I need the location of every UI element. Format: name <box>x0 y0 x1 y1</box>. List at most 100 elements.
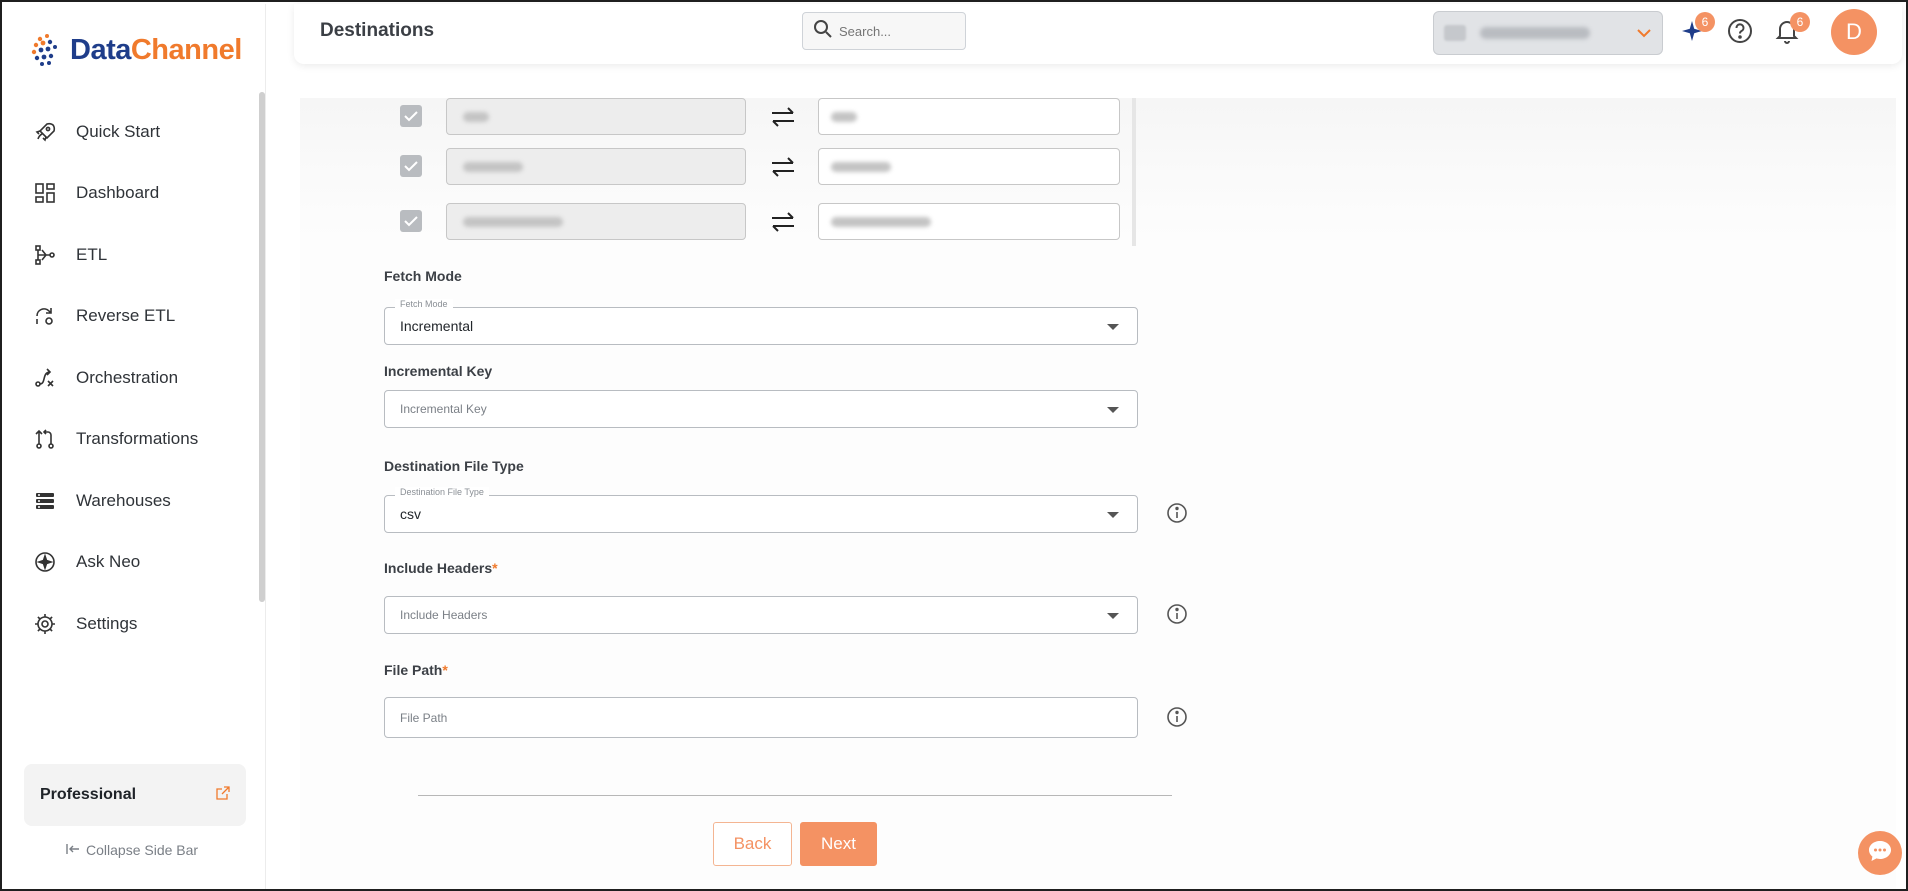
incremental-key-select[interactable]: Incremental Key <box>384 390 1138 428</box>
sidebar-item-ask-neo[interactable]: Ask Neo <box>4 532 256 594</box>
help-button[interactable] <box>1723 16 1757 50</box>
redacted-text <box>831 216 931 227</box>
destination-file-type-value: csv <box>400 506 421 522</box>
app-window: DataChannel Quick Start Dashboard ETL Re… <box>0 0 1908 891</box>
mapping-row <box>400 148 1120 186</box>
form-divider <box>418 795 1172 796</box>
swap-arrows-icon <box>768 102 798 132</box>
destination-file-type-label: Destination File Type <box>384 458 524 474</box>
source-column-field <box>446 148 746 185</box>
search-box[interactable] <box>802 12 966 50</box>
caret-down-icon <box>1107 324 1119 330</box>
incremental-key-label: Incremental Key <box>384 363 493 379</box>
page-title: Destinations <box>320 20 435 41</box>
mapping-checkbox[interactable] <box>400 155 422 177</box>
plan-name: Professional <box>40 786 137 803</box>
collapse-arrow-icon <box>66 842 80 858</box>
chat-bubble-icon <box>1867 839 1893 868</box>
brand-logo[interactable]: DataChannel <box>30 28 242 72</box>
source-column-field <box>446 203 746 240</box>
workspace-name-redacted <box>1480 27 1590 39</box>
fetch-mode-label: Fetch Mode <box>384 268 462 284</box>
sidebar-item-orchestration[interactable]: Orchestration <box>4 347 256 409</box>
fetch-mode-select[interactable]: Fetch Mode Incremental <box>384 299 1138 345</box>
collapse-sidebar-button[interactable]: Collapse Side Bar <box>66 842 198 858</box>
rocket-icon <box>30 117 60 147</box>
search-icon <box>813 19 833 44</box>
notifications-badge: 6 <box>1790 12 1810 32</box>
gear-icon <box>30 609 60 639</box>
next-button[interactable]: Next <box>800 822 877 866</box>
sidebar-item-label: Reverse ETL <box>76 306 176 326</box>
datachannel-logo-icon <box>30 31 66 69</box>
transformations-icon <box>30 424 60 454</box>
external-link-icon[interactable] <box>216 785 230 805</box>
sidebar-item-label: Orchestration <box>76 367 179 387</box>
sidebar-item-transformations[interactable]: Transformations <box>4 409 256 471</box>
sidebar-item-reverse-etl[interactable]: Reverse ETL <box>4 286 256 348</box>
caret-down-icon <box>1107 407 1119 413</box>
reverse-etl-icon <box>30 301 60 331</box>
sidebar-item-label: Dashboard <box>76 183 160 203</box>
collapse-sidebar-label: Collapse Side Bar <box>86 842 199 858</box>
caret-down-icon <box>1107 613 1119 619</box>
ask-neo-button[interactable]: 6 <box>1675 12 1715 50</box>
sidebar-item-dashboard[interactable]: Dashboard <box>4 163 256 225</box>
file-path-info-icon[interactable] <box>1165 705 1189 729</box>
sidebar-scrollbar-thumb[interactable] <box>259 92 265 602</box>
required-mark: * <box>492 560 498 576</box>
sidebar-item-settings[interactable]: Settings <box>4 593 256 655</box>
mapping-row <box>400 98 1120 136</box>
include-headers-select[interactable]: Include Headers <box>384 596 1138 634</box>
source-column-field <box>446 98 746 135</box>
main-content: Fetch Mode Fetch Mode Incremental Increm… <box>300 98 1896 889</box>
incremental-key-placeholder: Incremental Key <box>400 402 487 416</box>
redacted-text <box>463 216 563 227</box>
sidebar-item-label: Ask Neo <box>76 552 141 572</box>
fetch-mode-value: Incremental <box>400 318 474 334</box>
sidebar-item-label: ETL <box>76 244 108 264</box>
mapping-checkbox[interactable] <box>400 210 422 232</box>
sidebar-item-label: Settings <box>76 613 138 633</box>
sidebar-item-label: Warehouses <box>76 490 171 510</box>
plan-card[interactable]: Professional <box>24 764 246 826</box>
top-header: Destinations 6 <box>294 4 1902 64</box>
destination-column-field[interactable] <box>818 203 1120 240</box>
sparkle-icon <box>30 547 60 577</box>
sidebar-item-warehouses[interactable]: Warehouses <box>4 470 256 532</box>
fetch-mode-legend: Fetch Mode <box>395 299 453 309</box>
file-path-placeholder: File Path <box>400 710 448 725</box>
workspace-selector[interactable] <box>1433 11 1663 55</box>
mapping-row <box>400 203 1120 241</box>
redacted-text <box>831 161 891 172</box>
sidebar-nav: Quick Start Dashboard ETL Reverse ETL Or… <box>4 101 256 655</box>
sidebar-item-etl[interactable]: ETL <box>4 224 256 286</box>
required-mark: * <box>442 662 448 678</box>
file-path-label: File Path* <box>384 662 448 678</box>
notifications-button[interactable]: 6 <box>1770 12 1810 50</box>
redacted-text <box>831 111 857 122</box>
destination-column-field[interactable] <box>818 148 1120 185</box>
search-input[interactable] <box>839 23 949 39</box>
file-path-input[interactable]: File Path <box>384 697 1138 738</box>
mapping-checkbox[interactable] <box>400 105 422 127</box>
chat-support-button[interactable] <box>1858 831 1902 875</box>
sidebar-item-quick-start[interactable]: Quick Start <box>4 101 256 163</box>
orchestration-icon <box>30 363 60 393</box>
swap-arrows-icon <box>768 152 798 182</box>
back-button[interactable]: Back <box>713 822 792 866</box>
mapping-scrollbar[interactable] <box>1132 98 1136 246</box>
workspace-icon <box>1444 25 1466 41</box>
destination-file-type-legend: Destination File Type <box>395 487 489 497</box>
neo-badge: 6 <box>1695 12 1715 32</box>
include-headers-info-icon[interactable] <box>1165 602 1189 626</box>
destination-column-field[interactable] <box>818 98 1120 135</box>
avatar[interactable]: D <box>1831 9 1877 55</box>
help-icon <box>1727 18 1753 49</box>
redacted-text <box>463 161 523 172</box>
destination-file-type-select[interactable]: Destination File Type csv <box>384 487 1138 533</box>
include-headers-label: Include Headers* <box>384 560 498 576</box>
sidebar-scrollbar[interactable] <box>259 92 265 602</box>
destination-file-type-info-icon[interactable] <box>1165 501 1189 525</box>
sidebar-item-label: Quick Start <box>76 121 161 141</box>
